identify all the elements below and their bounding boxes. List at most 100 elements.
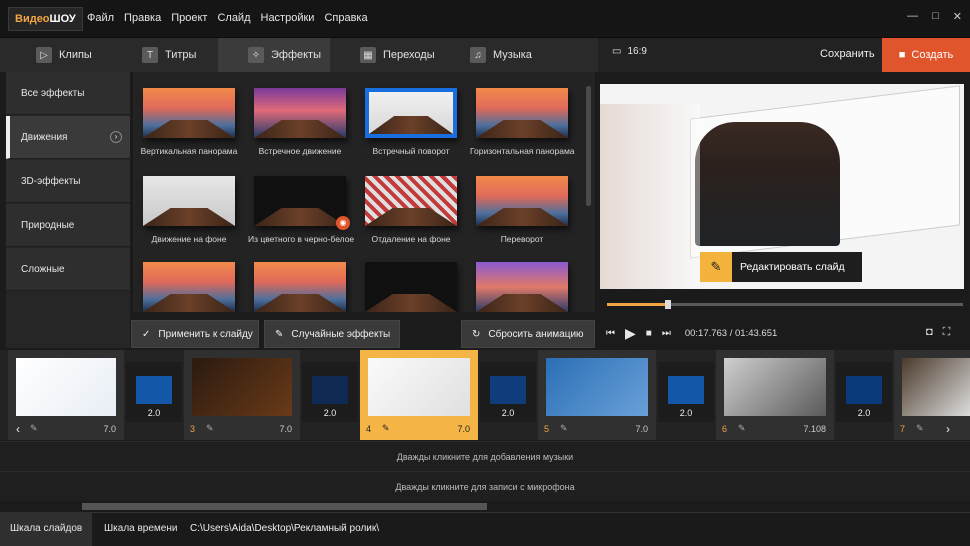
music-icon: ♫ (470, 47, 486, 63)
playback-controls: ⏮ ▶ ■ ⏭ 00:17.763 / 01:43.651 (606, 325, 777, 342)
category-nature[interactable]: Природные (6, 204, 130, 247)
menu-edit[interactable]: Правка (124, 12, 161, 24)
fullscreen-icon[interactable]: ⛶ (943, 326, 951, 339)
effect-counter-rotation[interactable]: Встречный поворот (359, 88, 463, 156)
save-button[interactable]: Сохранить (820, 48, 875, 60)
pencil-icon[interactable]: ✎ (738, 423, 746, 434)
tab-transitions[interactable]: ▦ Переходы (330, 38, 440, 72)
prev-icon[interactable]: ⏮ (606, 328, 615, 339)
menu-file[interactable]: Файл (87, 12, 114, 24)
transition-item[interactable]: 2.0 (302, 362, 358, 422)
seek-handle[interactable] (664, 300, 671, 309)
effect-motion-on-bg[interactable]: Движение на фоне (137, 176, 241, 244)
effect-item[interactable] (359, 262, 463, 312)
effect-horizontal-pan[interactable]: Горизонтальная панорама (470, 88, 575, 156)
transition-item[interactable]: 2.0 (836, 362, 892, 422)
chevron-left-icon[interactable]: ‹ (16, 422, 20, 436)
effect-thumbnail (254, 262, 346, 312)
slide-item[interactable]: 6 ✎ 7.108 (716, 350, 834, 440)
effect-flip[interactable]: Переворот (470, 176, 574, 244)
transition-thumbnail (136, 376, 172, 404)
effect-item[interactable] (470, 262, 574, 312)
transition-item[interactable]: 2.0 (658, 362, 714, 422)
menu-bar: Файл Правка Проект Слайд Настройки Справ… (87, 12, 368, 24)
view-controls: ◘ ⛶ (926, 326, 950, 339)
effect-item[interactable] (248, 262, 352, 312)
tab-clips[interactable]: ▷ Клипы (6, 38, 110, 72)
minimize-button[interactable]: — (907, 10, 918, 23)
foreground-face-image (600, 104, 700, 289)
menu-slide[interactable]: Слайд (217, 12, 250, 24)
transition-item[interactable]: 2.0 (126, 362, 182, 422)
create-button[interactable]: ■ Создать (882, 38, 970, 72)
effects-scrollbar[interactable] (586, 86, 591, 206)
pencil-icon[interactable]: ✎ (560, 423, 568, 434)
pencil-icon[interactable]: ✎ (382, 423, 390, 434)
slide-item[interactable]: ✎ 7.0 (8, 350, 124, 440)
maximize-button[interactable]: □ (932, 10, 939, 23)
camera-icon: ◉ (336, 216, 350, 230)
chevron-right-icon[interactable]: › (946, 422, 950, 436)
effect-thumbnail (365, 262, 457, 312)
pencil-icon: ✎ (700, 252, 732, 282)
close-button[interactable]: ✕ (953, 10, 962, 23)
slide-timeline: ✎ 7.0 2.0 3 ✎ 7.0 2.0 4 ✎ 7.0 2.0 5 ✎ 7.0 2.0 6… (0, 350, 970, 440)
reset-animation-button[interactable]: ↻ Сбросить анимацию (461, 320, 595, 348)
category-complex[interactable]: Сложные (6, 248, 130, 291)
category-motion[interactable]: Движения › (6, 116, 130, 159)
timeline-scrollbar[interactable] (82, 503, 487, 510)
snapshot-icon[interactable]: ◘ (926, 326, 933, 339)
tab-time-scale[interactable]: Шкала времени (94, 512, 187, 546)
pencil-icon[interactable]: ✎ (206, 423, 214, 434)
slide-item[interactable]: 5 ✎ 7.0 (538, 350, 656, 440)
effect-thumbnail (476, 176, 568, 226)
effects-grid: Вертикальная панорама Встречное движение… (133, 72, 595, 312)
aspect-ratio-selector[interactable]: ▭ 16:9 (612, 46, 647, 57)
transitions-icon: ▦ (360, 47, 376, 63)
microphone-track[interactable]: Дважды кликните для записи с микрофона (0, 471, 970, 501)
effect-vertical-pan[interactable]: Вертикальная панорама (137, 88, 241, 156)
apply-to-slide-button[interactable]: ✓ Применить к слайду (131, 320, 259, 348)
effect-thumbnail (476, 88, 568, 138)
tab-effects[interactable]: ✧ Эффекты (218, 38, 330, 72)
random-effects-button[interactable]: ✎ Случайные эффекты (264, 320, 400, 348)
stop-icon[interactable]: ■ (646, 328, 652, 339)
tab-titles[interactable]: T Титры (112, 38, 216, 72)
menu-project[interactable]: Проект (171, 12, 207, 24)
effect-item[interactable] (137, 262, 241, 312)
clip-icon: ▷ (36, 47, 52, 63)
effect-thumbnail (143, 262, 235, 312)
effect-thumbnail (254, 88, 346, 138)
slide-item-selected[interactable]: 4 ✎ 7.0 (360, 350, 478, 440)
window-controls: — □ ✕ (907, 10, 962, 23)
next-icon[interactable]: ⏭ (662, 328, 671, 339)
effect-category-list: Все эффекты Движения › 3D-эффекты Природн… (6, 72, 130, 348)
pencil-icon[interactable]: ✎ (916, 423, 924, 434)
effect-counter-motion[interactable]: Встречное движение (248, 88, 352, 156)
slide-thumbnail (902, 358, 970, 416)
effect-thumbnail (143, 88, 235, 138)
reset-icon: ↻ (472, 328, 481, 340)
effect-color-to-bw[interactable]: ◉ Из цветного в черно-белое (248, 176, 354, 244)
slide-thumbnail (16, 358, 116, 416)
magic-wand-icon: ✎ (275, 328, 284, 340)
music-track[interactable]: Дважды кликните для добавления музыки (0, 441, 970, 471)
transition-thumbnail (668, 376, 704, 404)
app-logo: ВидеоШОУ (8, 7, 83, 31)
menu-help[interactable]: Справка (324, 12, 367, 24)
effect-thumbnail (254, 176, 346, 226)
pencil-icon[interactable]: ✎ (30, 423, 38, 434)
tab-music[interactable]: ♫ Музыка (440, 38, 550, 72)
category-3d[interactable]: 3D-эффекты (6, 160, 130, 203)
seek-progress (607, 303, 668, 306)
slide-item[interactable]: 7 ✎ (894, 350, 970, 440)
category-all[interactable]: Все эффекты (6, 72, 130, 115)
menu-settings[interactable]: Настройки (261, 12, 315, 24)
effect-zoom-out-on-bg[interactable]: Отдаление на фоне (359, 176, 463, 244)
tab-slide-scale[interactable]: Шкала слайдов (0, 512, 93, 546)
transition-item[interactable]: 2.0 (480, 362, 536, 422)
play-icon[interactable]: ▶ (625, 325, 636, 342)
slide-item[interactable]: 3 ✎ 7.0 (184, 350, 300, 440)
edit-slide-button[interactable]: ✎ Редактировать слайд (700, 252, 862, 282)
presenter-image (695, 122, 840, 246)
